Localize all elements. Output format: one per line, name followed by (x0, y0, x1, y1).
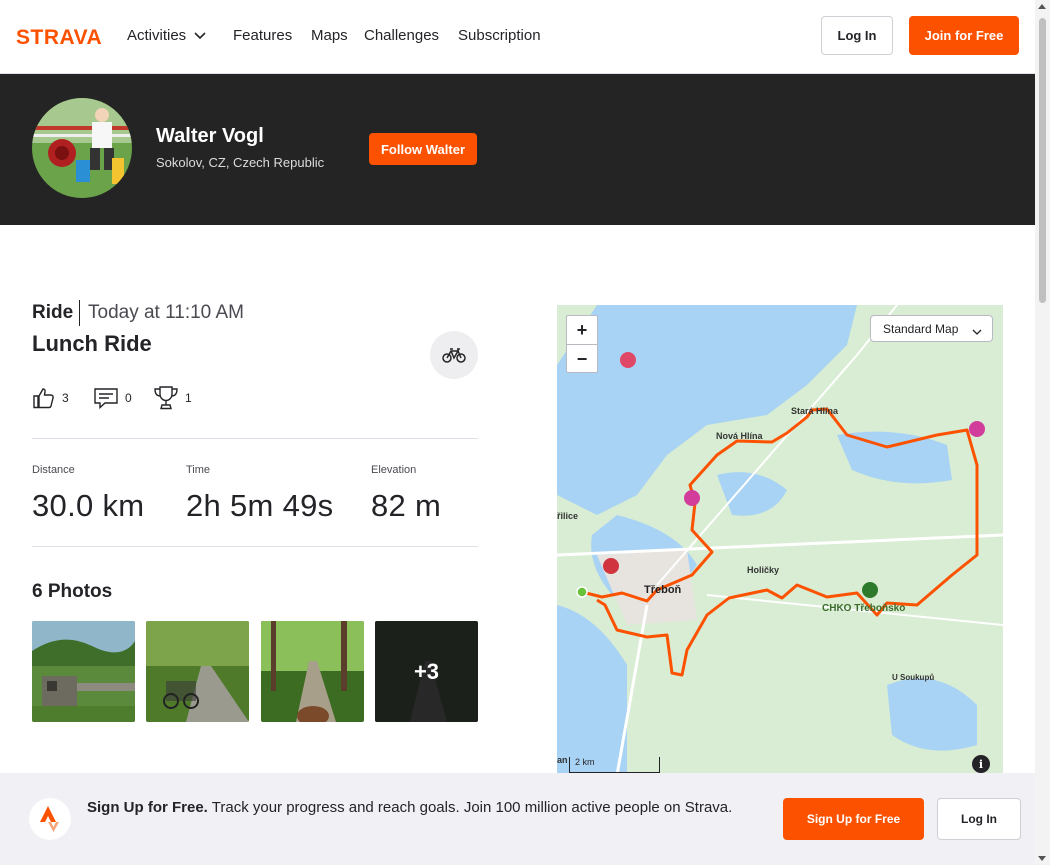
scroll-up-icon[interactable] (1038, 4, 1046, 9)
signup-headline: Sign Up for Free. (87, 799, 208, 816)
stat-value: 2h 5m 49s (186, 488, 334, 523)
activity-title: Lunch Ride (32, 331, 152, 356)
stat-distance: Distance 30.0 km (32, 464, 144, 524)
zoom-out-button[interactable]: − (567, 345, 597, 374)
stat-time: Time 2h 5m 49s (186, 464, 333, 524)
strava-logo[interactable]: STRAVA (16, 26, 112, 46)
more-photos-count: +3 (375, 621, 478, 722)
stat-elevation: Elevation 82 m (371, 464, 441, 524)
photo-thumbnail[interactable] (261, 621, 364, 722)
nav-maps[interactable]: Maps (311, 26, 348, 46)
kudos-button[interactable]: 3 (32, 385, 69, 411)
nav-subscription[interactable]: Subscription (458, 26, 541, 46)
signup-banner: Sign Up for Free. Track your progress an… (0, 773, 1035, 865)
login-button[interactable]: Log In (821, 16, 893, 55)
kudos-count: 3 (62, 391, 69, 405)
activity-type: Ride (32, 302, 74, 323)
scrollbar-thumb[interactable] (1039, 18, 1046, 303)
nav-activities[interactable]: Activities (127, 26, 206, 46)
stat-value: 82 m (371, 488, 442, 523)
nav-activities-label: Activities (127, 27, 187, 44)
map-style-select[interactable]: Standard Map (870, 315, 993, 342)
athlete-avatar[interactable] (32, 98, 132, 198)
strava-mark-icon (29, 798, 71, 840)
zoom-in-button[interactable]: + (567, 316, 597, 345)
info-icon[interactable]: i (972, 755, 990, 773)
photos-heading: 6 Photos (32, 581, 113, 602)
map-label: Nová Hlína (716, 431, 764, 441)
divider (32, 546, 478, 547)
page-scrollbar[interactable] (1035, 0, 1050, 865)
thumbs-up-icon (33, 388, 54, 409)
signup-body: Track your progress and reach goals. Joi… (211, 799, 733, 816)
svg-text:STRAVA: STRAVA (16, 26, 102, 46)
signup-message: Sign Up for Free. Track your progress an… (87, 797, 767, 819)
join-button[interactable]: Join for Free (909, 16, 1019, 55)
stat-label: Distance (32, 464, 75, 476)
map-label: Stará Hlína (791, 406, 839, 416)
map-label: Třeboň (644, 584, 682, 596)
chevron-down-icon (194, 26, 206, 46)
map-label: řilice (557, 511, 578, 521)
achievements-button[interactable]: 1 (153, 385, 192, 411)
athlete-location: Sokolov, CZ, Czech Republic (156, 155, 325, 170)
chevron-down-icon (972, 325, 982, 339)
map-label: Holičky (747, 565, 779, 575)
scroll-down-icon[interactable] (1038, 856, 1046, 861)
map-label: U Soukupů (892, 673, 934, 682)
stat-label: Time (186, 464, 211, 476)
comment-icon (94, 388, 118, 410)
trophy-icon (154, 386, 178, 410)
top-navigation: STRAVA Activities Features Maps Challeng… (0, 0, 1035, 74)
nav-challenges[interactable]: Challenges (364, 26, 439, 46)
bike-icon (442, 348, 466, 363)
comment-count: 0 (125, 391, 132, 405)
map-label: CHKO Třeboňsko (822, 603, 905, 614)
follow-button[interactable]: Follow Walter (369, 133, 477, 165)
map-scale: 2 km (569, 757, 660, 773)
map-label: an (557, 755, 568, 765)
route-map[interactable]: Stará Hlína Nová Hlína řilice Holičky Tř… (557, 305, 1003, 775)
comments-button[interactable]: 0 (93, 385, 132, 411)
sport-type-badge (430, 331, 478, 379)
nav-features[interactable]: Features (233, 26, 292, 46)
photo-thumbnail[interactable] (32, 621, 135, 722)
athlete-header: Walter Vogl Sokolov, CZ, Czech Republic … (0, 74, 1035, 225)
photo-thumbnail-more[interactable]: +3 (375, 621, 478, 722)
map-style-label: Standard Map (883, 321, 959, 336)
stat-value: 30.0 km (32, 488, 145, 523)
banner-login-button[interactable]: Log In (937, 798, 1021, 840)
map-zoom-control: + − (566, 315, 598, 373)
activity-time: Today at 11:10 AM (88, 302, 244, 323)
photo-thumbnail[interactable] (146, 621, 249, 722)
divider (32, 438, 478, 439)
athlete-name[interactable]: Walter Vogl (156, 125, 264, 148)
achievement-count: 1 (185, 391, 192, 405)
divider (79, 300, 80, 326)
stat-label: Elevation (371, 464, 417, 476)
signup-button[interactable]: Sign Up for Free (783, 798, 924, 840)
